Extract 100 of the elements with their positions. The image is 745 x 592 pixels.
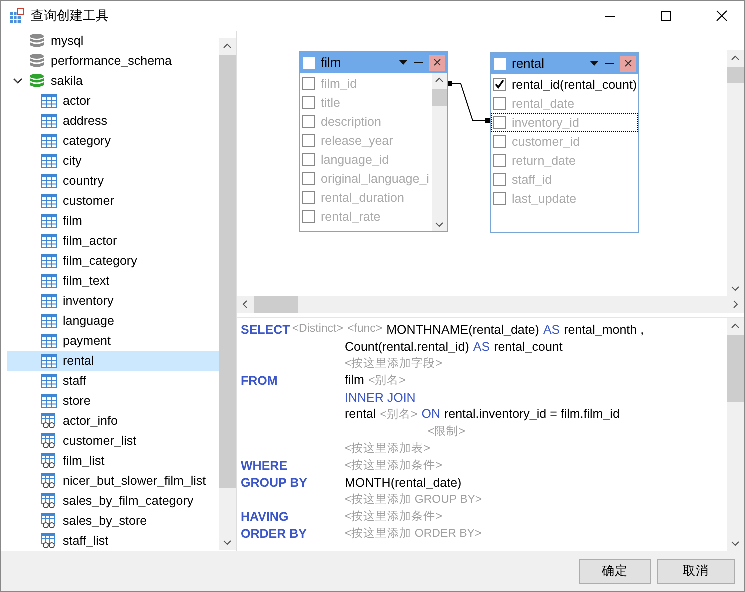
table-icon	[41, 133, 57, 149]
scroll-down-icon[interactable]	[223, 540, 232, 546]
checkbox[interactable]	[303, 56, 315, 68]
checkbox[interactable]	[493, 78, 506, 91]
scrollbar[interactable]	[219, 38, 236, 550]
checkbox[interactable]	[493, 135, 506, 148]
close-icon[interactable]	[716, 10, 728, 22]
tree-item[interactable]: country	[7, 171, 219, 191]
tree-item[interactable]: mysql	[7, 31, 219, 51]
field-row[interactable]: rental_id(rental_count)	[491, 75, 638, 94]
sql-text: rental_count	[494, 340, 563, 354]
tree-item[interactable]: film_text	[7, 271, 219, 291]
tree-item[interactable]: staff	[7, 371, 219, 391]
scrollbar[interactable]	[432, 73, 447, 231]
scroll-down-icon[interactable]	[731, 541, 740, 547]
tree-item[interactable]: film_list	[7, 451, 219, 471]
tree-item[interactable]: address	[7, 111, 219, 131]
scroll-down-icon[interactable]	[435, 222, 444, 228]
checkbox[interactable]	[302, 134, 315, 147]
tree-item[interactable]: film_actor	[7, 231, 219, 251]
scrollbar[interactable]	[727, 318, 744, 551]
checkbox[interactable]	[493, 97, 506, 110]
sql-text: MONTH(rental_date)	[345, 476, 462, 490]
scroll-down-icon[interactable]	[731, 286, 740, 292]
checkbox[interactable]	[493, 192, 506, 205]
checkbox[interactable]	[302, 172, 315, 185]
scroll-thumb[interactable]	[254, 296, 298, 313]
caret-icon[interactable]	[399, 60, 408, 66]
checkbox[interactable]	[302, 210, 315, 223]
checkbox[interactable]	[302, 153, 315, 166]
close-icon[interactable]	[434, 59, 440, 66]
tree-item[interactable]: rental	[7, 351, 219, 371]
tree-item[interactable]: store	[7, 391, 219, 411]
table-icon	[41, 93, 57, 109]
tree-item[interactable]: actor_info	[7, 411, 219, 431]
scroll-right-icon[interactable]	[733, 300, 739, 309]
checkbox[interactable]	[493, 173, 506, 186]
clause-keyword: HAVING	[241, 510, 289, 524]
dialog-button[interactable]: 取消	[657, 558, 735, 584]
scroll-up-icon[interactable]	[223, 43, 232, 49]
tree-item[interactable]: city	[7, 151, 219, 171]
view-icon	[41, 533, 57, 549]
table-card-header[interactable]: film	[300, 52, 447, 73]
tree-item[interactable]: inventory	[7, 291, 219, 311]
scroll-up-icon[interactable]	[731, 323, 740, 329]
minimize-icon[interactable]	[605, 62, 614, 65]
scroll-up-icon[interactable]	[731, 55, 740, 61]
minimize-icon[interactable]	[414, 61, 423, 64]
checkbox[interactable]	[302, 77, 315, 90]
table-icon	[41, 233, 57, 249]
tree-item[interactable]: language	[7, 311, 219, 331]
table-icon	[41, 193, 57, 209]
checkbox[interactable]	[493, 116, 506, 129]
sql-keyword: ON	[422, 407, 440, 422]
tree-item[interactable]: performance_schema	[7, 51, 219, 71]
checkbox[interactable]	[302, 115, 315, 128]
clause-keyword: WHERE	[241, 459, 288, 473]
clause-keyword: ORDER BY	[241, 527, 307, 541]
caret-icon[interactable]	[590, 60, 599, 66]
view-icon	[41, 473, 57, 489]
tree-item[interactable]: nicer_but_slower_film_list	[7, 471, 219, 491]
checkbox[interactable]	[302, 191, 315, 204]
maximize-icon[interactable]	[660, 10, 672, 22]
table-icon	[41, 373, 57, 389]
sql-text: rental	[345, 407, 376, 422]
table-card[interactable]: rental rental_id(rental_count) rental_date inventory_id customer_id return_date staff_id last_update	[490, 52, 639, 233]
tree-item[interactable]: actor	[7, 91, 219, 111]
tree-item[interactable]: category	[7, 131, 219, 151]
table-card[interactable]: film film_id title description release_year language_id original_language_i rental_duration rental_rate	[299, 51, 448, 232]
window-title: 查询创建工具	[31, 7, 109, 25]
scrollbar[interactable]	[727, 50, 744, 296]
tree-item[interactable]: sales_by_store	[7, 511, 219, 531]
table-icon	[41, 333, 57, 349]
table-icon	[41, 313, 57, 329]
dialog-button[interactable]: 确定	[579, 558, 651, 584]
tree-item[interactable]: customer	[7, 191, 219, 211]
scroll-thumb[interactable]	[727, 335, 744, 402]
tree-item[interactable]: sakila	[7, 71, 219, 91]
checkbox[interactable]	[494, 58, 506, 70]
scroll-up-icon[interactable]	[435, 77, 444, 83]
checkbox[interactable]	[302, 96, 315, 109]
tree-item[interactable]: film_category	[7, 251, 219, 271]
scroll-thumb[interactable]	[727, 67, 744, 83]
tree-item[interactable]: customer_list	[7, 431, 219, 451]
tree-item[interactable]: payment	[7, 331, 219, 351]
close-icon[interactable]	[624, 60, 632, 67]
scroll-thumb[interactable]	[219, 55, 236, 488]
tree-item[interactable]: sales_by_film_category	[7, 491, 219, 511]
tree-item[interactable]: film	[7, 211, 219, 231]
scrollbar[interactable]	[237, 296, 744, 313]
scroll-left-icon[interactable]	[242, 300, 248, 309]
chevron-icon[interactable]	[13, 76, 23, 86]
scroll-thumb[interactable]	[432, 89, 447, 106]
tree-item[interactable]: staff_list	[7, 531, 219, 551]
sql-text: Count(rental.rental_id)	[345, 340, 470, 354]
close-button[interactable]	[620, 56, 636, 72]
close-button[interactable]	[429, 54, 445, 70]
view-icon	[41, 493, 57, 509]
table-card-header[interactable]: rental	[491, 53, 638, 74]
checkbox[interactable]	[493, 154, 506, 167]
